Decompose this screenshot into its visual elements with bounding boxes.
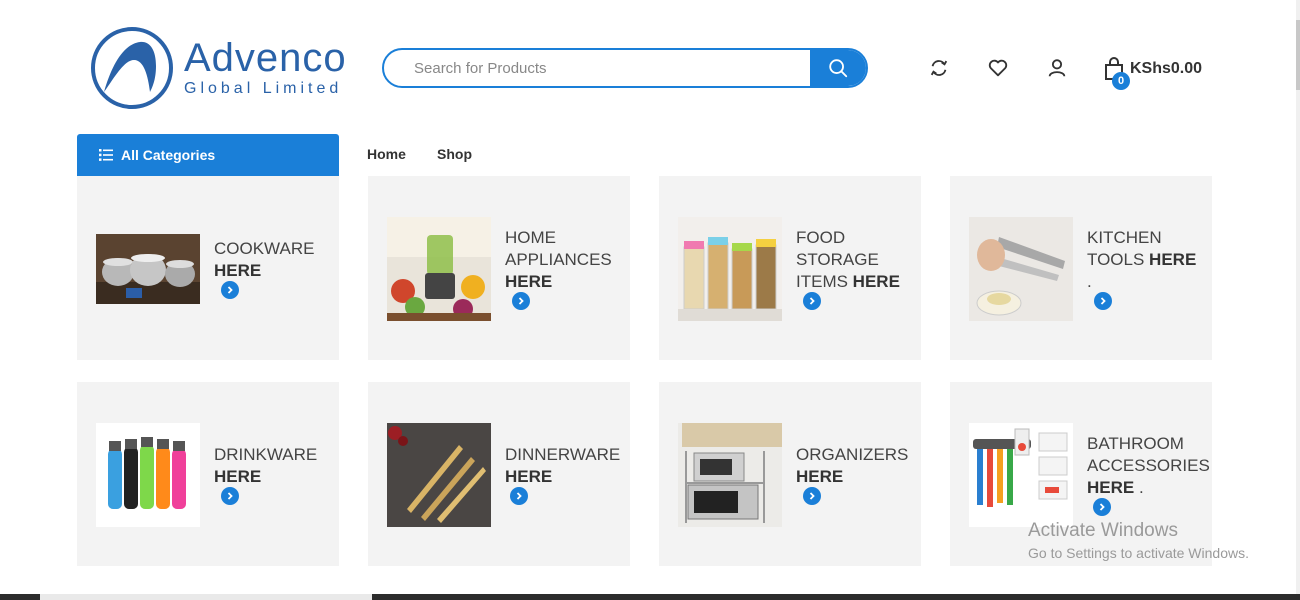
drinkware-image [96, 423, 200, 527]
logo-tagline: Global Limited [184, 80, 343, 97]
category-tile-food-storage[interactable]: FOOD STORAGE ITEMS HERE [659, 176, 921, 360]
kitchen-tools-image [969, 217, 1073, 321]
arrow-right-icon[interactable] [803, 487, 821, 505]
taskbar-segment [40, 594, 372, 600]
nav-home-link[interactable]: Home [367, 146, 406, 162]
taskbar-strip [0, 594, 1300, 600]
compare-icon [930, 60, 948, 76]
search-icon [829, 59, 848, 78]
search-input[interactable] [384, 50, 810, 86]
category-label: BATHROOM ACCESSORIES HERE . [1087, 434, 1210, 497]
cart-total: KShs0.00 [1130, 60, 1203, 77]
category-label: DINNERWARE HERE [505, 445, 621, 486]
bathroom-accessories-image [969, 423, 1073, 527]
arrow-right-icon[interactable] [221, 487, 239, 505]
all-categories-label: All Categories [121, 147, 216, 163]
category-label: KITCHEN TOOLS HERE . [1087, 228, 1197, 291]
site-logo[interactable]: Advenco Global Limited [90, 26, 360, 110]
cookware-image [96, 234, 200, 304]
wishlist-button[interactable] [986, 56, 1010, 80]
cart-count-badge: 0 [1112, 72, 1130, 90]
category-tile-drinkware[interactable]: DRINKWARE HERE [77, 382, 339, 566]
activate-windows-title: Activate Windows [1028, 520, 1178, 541]
category-label: HOME APPLIANCES HERE [505, 228, 612, 291]
advenco-logo-icon [91, 27, 173, 109]
category-tile-dinnerware[interactable]: DINNERWARE HERE [368, 382, 630, 566]
arrow-right-icon[interactable] [1093, 498, 1111, 516]
all-categories-button[interactable]: All Categories [77, 134, 339, 176]
category-tile-organizers[interactable]: ORGANIZERS HERE [659, 382, 921, 566]
activate-windows-subtitle: Go to Settings to activate Windows. [1028, 545, 1249, 561]
search-bar [382, 48, 868, 88]
nav-shop-link[interactable]: Shop [437, 146, 472, 162]
user-icon [1048, 59, 1066, 77]
category-tile-kitchen-tools[interactable]: KITCHEN TOOLS HERE . [950, 176, 1212, 360]
arrow-right-icon[interactable] [510, 487, 528, 505]
scrollbar-thumb[interactable] [1296, 20, 1300, 90]
category-label: ORGANIZERS HERE [796, 445, 909, 486]
vertical-scrollbar[interactable] [1296, 0, 1300, 594]
category-tile-cookware[interactable]: COOKWARE HERE [77, 176, 339, 360]
category-tile-home-appliances[interactable]: HOME APPLIANCES HERE [368, 176, 630, 360]
cart-button[interactable]: 0 KShs0.00 [1104, 56, 1203, 90]
home-appliances-image [387, 217, 491, 321]
food-storage-image [678, 217, 782, 321]
search-button[interactable] [810, 50, 866, 86]
account-button[interactable] [1045, 56, 1069, 80]
category-label: DRINKWARE HERE [214, 445, 318, 486]
arrow-right-icon[interactable] [221, 281, 239, 299]
list-icon [99, 149, 113, 161]
category-label: FOOD STORAGE ITEMS HERE [796, 228, 900, 291]
compare-button[interactable] [927, 56, 951, 80]
arrow-right-icon[interactable] [1094, 292, 1112, 310]
logo-brand: Advenco [184, 36, 347, 80]
arrow-right-icon[interactable] [803, 292, 821, 310]
arrow-right-icon[interactable] [512, 292, 530, 310]
organizers-image [678, 423, 782, 527]
heart-icon [988, 59, 1008, 77]
category-label: COOKWARE HERE [214, 239, 315, 280]
dinnerware-image [387, 423, 491, 527]
